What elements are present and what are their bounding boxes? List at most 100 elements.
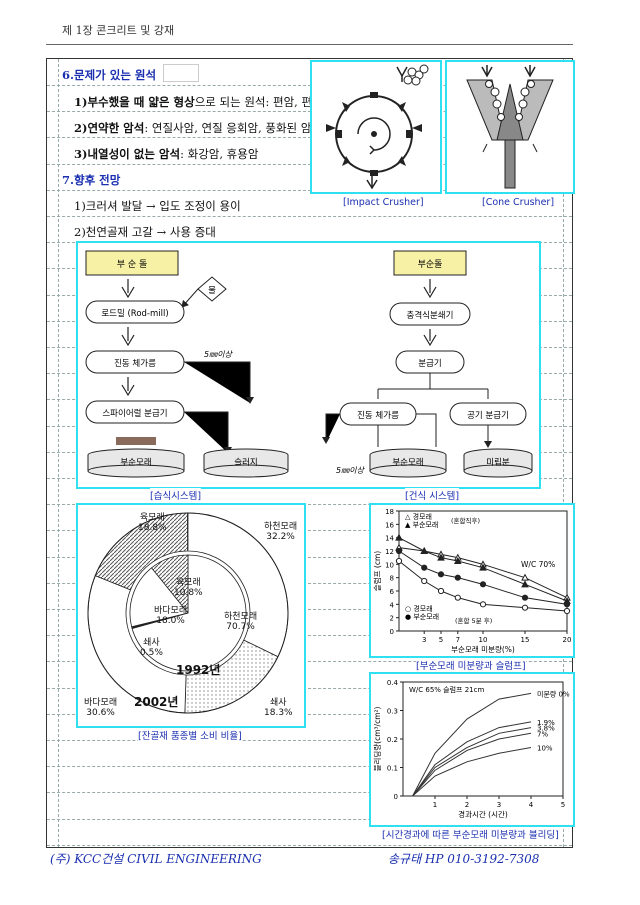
x-tick-label: 1 [433,801,437,809]
margin-line-left [58,59,59,847]
data-point [479,601,487,608]
outer-label-4-name: 바다모래 [84,698,118,708]
x-tick-label: 4 [529,801,534,809]
data-point [521,594,529,601]
inner-label-4: 쇄사 0.5% [140,635,163,658]
water-label: 물 [208,286,216,296]
classifier-label: 분급기 [418,359,441,369]
wet-note: 5㎜이상 [204,350,233,359]
section-6-item-2-rest: : 연질사암, 연질 응회암, 풍화된 암석 [144,121,322,135]
donut-caption: [잔골재 품종별 소비 비율] [138,728,242,742]
data-point [395,557,403,565]
slump-chart-figure: 0 2 4 6 8 10 12 14 16 18 3 5 7 10 15 20 부순모래 미분량(%) 슬럼프 (… [369,503,575,658]
outer-label-2-name: 하천모래 [264,522,298,532]
outer-label-3: 쇄사 18.3% [264,695,293,718]
x-tick-label: 5 [439,636,443,644]
inner-label-4-name: 쇄사 [143,638,160,648]
series-label: 7% [537,730,548,738]
year-1992: 1992년 [176,663,221,677]
fines-label: 미립분 [486,458,510,468]
outer-label-2: 하천모래 32.2% [264,519,297,542]
x-axis-label: 경과시간 (시간) [458,809,508,819]
cone-crusher-caption: [Cone Crusher] [482,197,555,208]
section-6-item-3-key: 3)내열성이 없는 암석 [74,147,181,161]
outer-label-2-pct: 32.2% [266,532,295,542]
section-6-item-2-key: 2)연약한 암석 [74,121,145,135]
inner-label-4-pct: 0.5% [140,648,163,658]
section-6-item-3-rest: : 화강암, 휴용암 [180,147,259,161]
x-tick-label: 20 [563,636,572,644]
watermark-stamp [163,64,199,82]
wet-system-caption: [습식시스템] [150,488,202,502]
outer-label-3-name: 쇄사 [270,698,287,708]
section-6-item-2: 2)연약한 암석: 연질사암, 연질 응회암, 풍화된 암석 [74,120,322,136]
wet-screen-label: 진동 체가름 [114,358,156,369]
footer-company: (주) KCC건설 CIVIL ENGINEERING [50,852,262,866]
outer-label-1: 육모래 18.8% [138,510,167,533]
y-tick-label: 2 [390,615,394,623]
donut-figure: 육모래 18.8% 하천모래 32.2% 쇄사 18.3% 바다모래 30.6%… [76,503,306,728]
data-point [437,571,445,578]
y-axis-label: 슬럼프 (cm) [373,551,382,591]
outer-label-1-name: 육모래 [139,513,165,523]
data-point [395,547,403,555]
outer-label-3-pct: 18.3% [264,708,293,718]
air-classifier-label: 공기 분급기 [467,411,509,421]
chart-annotation: W/C 70% [521,560,555,569]
data-point [421,577,428,585]
inner-label-1-name: 육모래 [175,578,201,588]
section-7-heading: 7.향후 전망 [62,173,121,187]
section-6-item-1-key: 1)부수했을 때 얇은 형상 [74,95,195,109]
y-tick-label: 6 [390,588,395,596]
sludge-label: 슬러지 [234,458,257,468]
data-point [454,594,461,601]
y-tick-label: 12 [385,548,394,556]
x-tick-label: 10 [479,636,488,644]
impact-crusher-drawing [326,64,429,190]
data-point [563,601,571,608]
outer-label-4: 바다모래 30.6% [84,695,117,718]
impact-crusher-caption: [Impact Crusher] [343,197,424,208]
chart-annotation: W/C 65% 슬럼프 21cm [409,685,484,694]
wet-product-label: 부순모래 [120,458,151,468]
bleeding-chart-caption: [시간경과에 따른 부순모래 미분량과 블리딩] [382,827,559,841]
legend-bottom-entry: ○ 경모래 [405,604,433,613]
page-header-title: 제 1장 콘크리트 및 강재 [62,24,175,37]
inner-label-1: 육모래 10.8% [174,575,203,598]
inner-label-2-name: 바다모래 [154,606,188,616]
cone-crusher-figure [445,60,575,194]
outer-label-4-pct: 30.6% [86,708,115,718]
x-tick-label: 3 [422,636,426,644]
section-6-item-1: 1)부수했을 때 얇은 형상으로 되는 원석: 편암, 편마암 [74,94,333,110]
y-tick-label: 0.2 [387,736,398,744]
outer-label-1-pct: 18.8% [138,523,167,533]
rodmill-label: 로드밀 (Rod-mill) [101,308,168,319]
section-7-item-2: 2)천연골재 고갈 → 사용 증대 [74,225,216,239]
series-label: 10% [537,745,553,753]
inner-label-3-name: 하천모래 [224,612,258,622]
y-tick-label: 8 [390,575,394,583]
inner-label-1-pct: 10.8% [174,588,203,598]
series-label: 미분량 0% [537,689,570,698]
x-tick-label: 5 [561,801,565,809]
x-tick-label: 7 [456,636,460,644]
section-6-heading: 6.문제가 있는 원석 [62,68,157,82]
dry-product-label: 부순모래 [392,458,423,468]
header-rule [46,44,573,45]
impact-crusher-label: 충격식분쇄기 [407,310,454,321]
y-tick-label: 0.4 [387,679,399,687]
ruled-line [47,216,572,217]
wet-top-label: 부 순 돌 [117,259,148,270]
y-tick-label: 0 [394,793,398,801]
bleeding-chart-figure: 0 0.1 0.2 0.3 0.4 1 2 3 4 5 경과시간 (시간) 블리딩량(cm³/cm²)… [369,672,575,827]
legend-bottom-entry: ● 부순모래 [405,612,439,621]
y-tick-label: 0.3 [387,708,398,716]
inner-label-3: 하천모래 70.7% [224,609,257,632]
x-tick-label: 3 [497,801,501,809]
y-tick-label: 18 [385,508,394,516]
legend-top-entry: △ 경모래 [405,512,432,521]
data-point [454,574,461,581]
x-tick-label: 2 [465,801,469,809]
data-point [437,587,445,595]
cone-crusher-drawing [466,65,554,189]
